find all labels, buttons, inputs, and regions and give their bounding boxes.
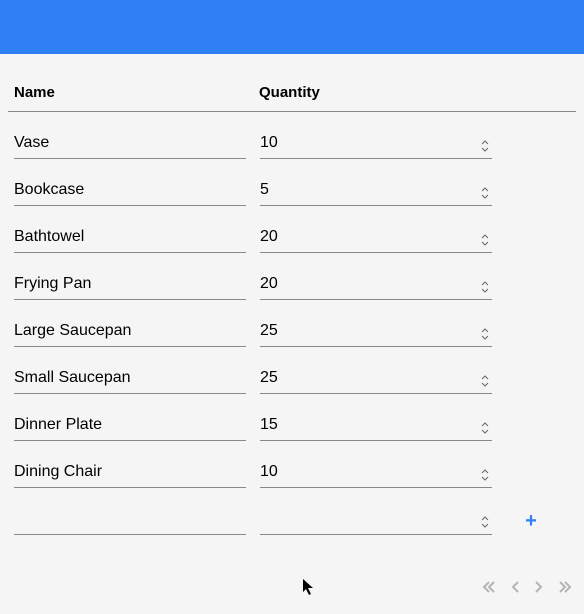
quantity-stepper[interactable] [480, 233, 490, 247]
quantity-stepper[interactable] [480, 468, 490, 482]
quantity-input[interactable] [260, 130, 492, 159]
name-input[interactable] [14, 224, 246, 253]
quantity-field-wrap [260, 271, 492, 300]
table-row [8, 206, 576, 253]
page-first-button[interactable] [482, 580, 496, 594]
table-row [8, 112, 576, 159]
name-field-wrap [14, 318, 246, 347]
quantity-input[interactable] [260, 224, 492, 253]
quantity-input[interactable] [260, 412, 492, 441]
name-field-wrap [14, 365, 246, 394]
name-input[interactable] [14, 365, 246, 394]
table-row [8, 300, 576, 347]
quantity-stepper[interactable] [480, 374, 490, 388]
add-row-cell: + [506, 511, 556, 535]
quantity-field-wrap [260, 459, 492, 488]
quantity-input[interactable] [260, 365, 492, 394]
name-field-wrap [14, 177, 246, 206]
name-input[interactable] [14, 271, 246, 300]
main-content: Name Quantity + [0, 54, 584, 535]
column-header-quantity: Quantity [259, 84, 504, 101]
new-name-input[interactable] [14, 506, 246, 535]
quantity-stepper[interactable] [480, 421, 490, 435]
table-row [8, 394, 576, 441]
quantity-field-wrap [260, 177, 492, 206]
name-field-wrap [14, 130, 246, 159]
quantity-stepper[interactable] [480, 515, 490, 529]
quantity-stepper[interactable] [480, 186, 490, 200]
column-header-name: Name [14, 84, 259, 101]
page-next-button[interactable] [534, 580, 544, 594]
quantity-stepper[interactable] [480, 327, 490, 341]
mouse-cursor-icon [302, 578, 316, 601]
quantity-field-wrap [260, 224, 492, 253]
table-row [8, 441, 576, 488]
name-field-wrap [14, 412, 246, 441]
quantity-input[interactable] [260, 177, 492, 206]
quantity-input[interactable] [260, 318, 492, 347]
page-prev-button[interactable] [510, 580, 520, 594]
name-input[interactable] [14, 130, 246, 159]
name-input[interactable] [14, 459, 246, 488]
new-quantity-field-wrap [260, 506, 492, 535]
name-input[interactable] [14, 177, 246, 206]
quantity-stepper[interactable] [480, 139, 490, 153]
name-field-wrap [14, 271, 246, 300]
add-row-button[interactable]: + [525, 511, 537, 531]
name-field-wrap [14, 459, 246, 488]
new-name-field-wrap [14, 506, 246, 535]
name-field-wrap [14, 224, 246, 253]
quantity-field-wrap [260, 412, 492, 441]
quantity-stepper[interactable] [480, 280, 490, 294]
quantity-field-wrap [260, 130, 492, 159]
pagination [482, 580, 572, 594]
quantity-field-wrap [260, 318, 492, 347]
table-row [8, 253, 576, 300]
table-row [8, 159, 576, 206]
page-last-button[interactable] [558, 580, 572, 594]
new-quantity-input[interactable] [260, 506, 492, 535]
quantity-field-wrap [260, 365, 492, 394]
table-body [8, 112, 576, 488]
name-input[interactable] [14, 318, 246, 347]
name-input[interactable] [14, 412, 246, 441]
table-row [8, 347, 576, 394]
quantity-input[interactable] [260, 459, 492, 488]
new-row: + [8, 488, 576, 535]
table-header-row: Name Quantity [8, 84, 576, 112]
quantity-input[interactable] [260, 271, 492, 300]
app-header-bar [0, 0, 584, 54]
